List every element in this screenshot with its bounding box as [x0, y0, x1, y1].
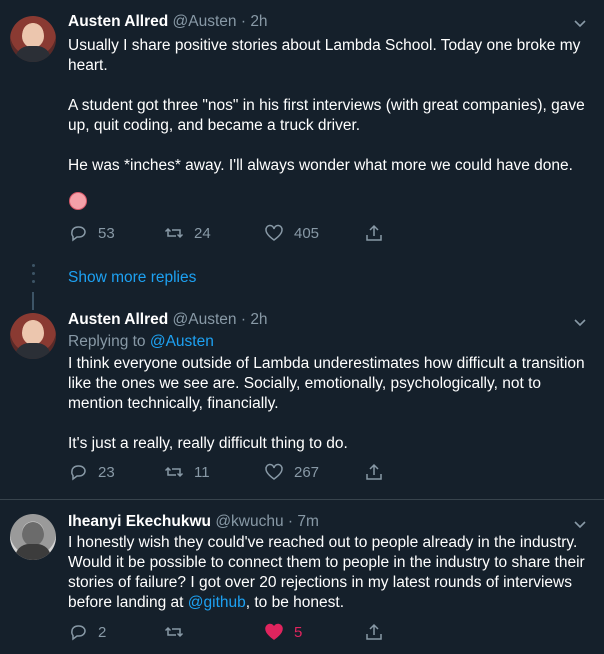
- tweet-paragraph: I honestly wish they could've reached ou…: [68, 533, 588, 613]
- retweet-button[interactable]: 24: [164, 222, 211, 244]
- tweet-text: Usually I share positive stories about L…: [68, 36, 588, 176]
- like-button[interactable]: 405: [264, 222, 319, 244]
- pouting-face-emoji: [69, 192, 87, 210]
- like-button[interactable]: 5: [264, 621, 302, 643]
- share-icon: [366, 224, 382, 241]
- tweet-paragraph: He was *inches* away. I'll always wonder…: [68, 157, 573, 174]
- like-icon: [265, 463, 283, 480]
- retweet-count: 11: [194, 463, 210, 481]
- tweet-text-part: , to be honest.: [245, 594, 345, 611]
- reply-count: 2: [98, 623, 107, 641]
- retweet-icon: [164, 626, 184, 638]
- author-handle[interactable]: @kwuchu: [215, 513, 283, 530]
- tweet-feed: Austen Allred @Austen · 2h Usually I sha…: [0, 0, 604, 654]
- separator-dot: ·: [287, 513, 294, 530]
- tweet-text: I think everyone outside of Lambda under…: [68, 354, 588, 454]
- tweet-actions: 2 5: [68, 621, 398, 643]
- replying-to-handle[interactable]: @Austen: [150, 333, 214, 350]
- reply-count: 53: [98, 224, 115, 242]
- reply-button[interactable]: 53: [68, 222, 115, 244]
- share-button[interactable]: [364, 461, 394, 483]
- show-more-replies-link[interactable]: Show more replies: [68, 268, 196, 288]
- author-handle[interactable]: @Austen: [173, 13, 237, 30]
- timestamp[interactable]: 2h: [250, 13, 267, 30]
- retweet-icon: [164, 227, 184, 239]
- author-handle[interactable]: @Austen: [173, 311, 237, 328]
- tweet-header: Austen Allred @Austen · 2h: [68, 310, 268, 330]
- reply-count: 23: [98, 463, 115, 481]
- author-name[interactable]: Austen Allred: [68, 311, 168, 328]
- retweet-count: 24: [194, 224, 211, 242]
- timestamp[interactable]: 7m: [297, 513, 319, 530]
- reply-icon: [71, 625, 86, 641]
- chevron-down-icon[interactable]: [572, 314, 588, 330]
- reply-button[interactable]: 2: [68, 621, 106, 643]
- retweet-button[interactable]: [164, 621, 194, 643]
- like-count: 5: [294, 623, 303, 641]
- replying-label: Replying to: [68, 333, 146, 350]
- like-count: 267: [294, 463, 320, 481]
- avatar[interactable]: [10, 514, 56, 560]
- author-name[interactable]: Iheanyi Ekechukwu: [68, 513, 211, 530]
- share-button[interactable]: [364, 621, 394, 643]
- share-button[interactable]: [364, 222, 394, 244]
- reply-icon: [71, 465, 86, 481]
- author-name[interactable]: Austen Allred: [68, 13, 168, 30]
- share-icon: [366, 463, 382, 480]
- timestamp[interactable]: 2h: [250, 311, 267, 328]
- reply-icon: [71, 226, 86, 242]
- mention-link[interactable]: @github: [188, 594, 246, 611]
- like-button[interactable]: 267: [264, 461, 319, 483]
- tweet-header: Iheanyi Ekechukwu @kwuchu · 7m: [68, 512, 319, 532]
- separator-dot: ·: [240, 311, 246, 328]
- thread-connector: [32, 264, 35, 288]
- like-icon: [265, 224, 283, 241]
- avatar[interactable]: [10, 313, 56, 359]
- tweet-actions: 23 11 267: [68, 461, 398, 483]
- separator-dot: ·: [240, 13, 246, 30]
- like-count: 405: [294, 224, 320, 242]
- tweet-header: Austen Allred @Austen · 2h: [68, 12, 268, 32]
- chevron-down-icon[interactable]: [572, 516, 588, 532]
- reply-button[interactable]: 23: [68, 461, 115, 483]
- replying-to: Replying to @Austen: [68, 332, 214, 352]
- tweet-paragraph: A student got three "nos" in his first i…: [68, 97, 585, 134]
- retweet-button[interactable]: 11: [164, 461, 210, 483]
- tweet-text: I honestly wish they could've reached ou…: [68, 533, 588, 613]
- tweet-paragraph: It's just a really, really difficult thi…: [68, 435, 348, 452]
- avatar[interactable]: [10, 16, 56, 62]
- thread-line: [32, 292, 34, 310]
- like-icon: [265, 623, 283, 640]
- chevron-down-icon[interactable]: [572, 15, 588, 31]
- tweet-paragraph: I think everyone outside of Lambda under…: [68, 355, 585, 412]
- retweet-icon: [164, 466, 184, 478]
- divider: [0, 499, 604, 500]
- tweet-paragraph: Usually I share positive stories about L…: [68, 37, 581, 74]
- share-icon: [366, 623, 382, 640]
- tweet-actions: 53 24 405: [68, 222, 398, 244]
